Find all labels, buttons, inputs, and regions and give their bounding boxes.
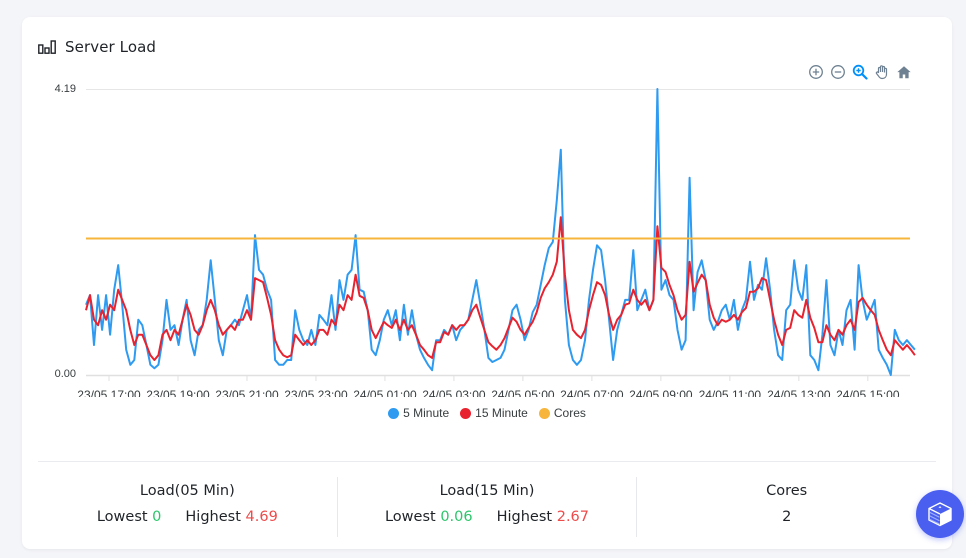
highest-value: 4.69 xyxy=(245,509,278,525)
x-tick-label: 24/05 01:00 xyxy=(353,388,417,397)
y-tick-label-min: 0.00 xyxy=(55,368,76,380)
x-tick-label: 23/05 21:00 xyxy=(215,388,279,397)
x-tick-label: 23/05 19:00 xyxy=(146,388,210,397)
chart-legend: 5 Minute 15 Minute Cores xyxy=(22,406,952,420)
x-tick-label: 24/05 15:00 xyxy=(836,388,900,397)
x-tick-label: 24/05 11:00 xyxy=(699,388,762,397)
y-tick-label-max: 4.19 xyxy=(55,83,76,95)
server-load-chart: 4.19 0.00 23/05 17:00 23/05 19:00 23/05 21… xyxy=(55,83,916,397)
stat-title: Load(05 Min) xyxy=(139,483,235,499)
legend-item-cores[interactable]: Cores xyxy=(538,406,586,420)
legend-marker-5-minute xyxy=(388,407,400,419)
lowest-label: Lowest xyxy=(384,509,436,525)
load-stats: Load(05 Min) Lowest 0 Highest 4.69 Load(… xyxy=(38,477,936,537)
x-tick-label: 24/05 09:00 xyxy=(629,388,693,397)
lowest-value: 0 xyxy=(152,509,162,525)
x-axis-ticks: 23/05 17:00 23/05 19:00 23/05 21:00 23/05 2… xyxy=(77,375,900,397)
highest-value-group: Highest 2.67 xyxy=(497,509,589,525)
stat-values: 2 xyxy=(782,509,791,525)
x-tick-label: 24/05 13:00 xyxy=(767,388,831,397)
x-tick-label: 23/05 17:00 xyxy=(77,388,141,397)
x-tick-label: 23/05 23:00 xyxy=(284,388,348,397)
legend-item-15-minute[interactable]: 15 Minute xyxy=(460,406,528,420)
stat-cores: Cores 2 xyxy=(636,477,936,537)
highest-label: Highest xyxy=(185,509,241,525)
floating-action-button[interactable] xyxy=(916,490,964,538)
stat-load-5-min: Load(05 Min) Lowest 0 Highest 4.69 xyxy=(38,477,337,537)
stat-values: Lowest 0.06 Highest 2.67 xyxy=(385,509,589,525)
series-layer xyxy=(85,88,916,376)
legend-label-cores: Cores xyxy=(553,406,586,420)
series-line-5-minute xyxy=(85,88,916,376)
section-divider xyxy=(38,461,936,462)
legend-label-5-minute: 5 Minute xyxy=(403,406,450,420)
server-load-card: Server Load 4.19 0.00 23/05 17:00 23/05 1… xyxy=(22,17,952,549)
stat-title: Cores xyxy=(766,483,808,499)
x-tick-label: 24/05 03:00 xyxy=(422,388,486,397)
legend-marker-15-minute xyxy=(460,407,472,419)
cores-value: 2 xyxy=(782,509,792,525)
x-tick-label: 24/05 05:00 xyxy=(491,388,555,397)
highest-value-group: Highest 4.69 xyxy=(185,509,277,525)
lowest-value-group: Lowest 0 xyxy=(97,509,162,525)
server-cube-icon xyxy=(928,502,952,527)
legend-label-15-minute: 15 Minute xyxy=(475,406,528,420)
lowest-label: Lowest xyxy=(96,509,148,525)
lowest-value-group: Lowest 0.06 xyxy=(385,509,473,525)
stat-title: Load(15 Min) xyxy=(439,483,535,499)
legend-marker-cores xyxy=(538,407,550,419)
legend-item-5-minute[interactable]: 5 Minute xyxy=(388,406,449,420)
lowest-value: 0.06 xyxy=(440,509,473,525)
highest-label: Highest xyxy=(496,509,553,525)
x-tick-label: 24/05 07:00 xyxy=(560,388,624,397)
highest-value: 2.67 xyxy=(556,509,590,525)
stat-load-15-min: Load(15 Min) Lowest 0.06 Highest 2.67 xyxy=(336,477,637,537)
stat-values: Lowest 0 Highest 4.69 xyxy=(97,509,278,525)
